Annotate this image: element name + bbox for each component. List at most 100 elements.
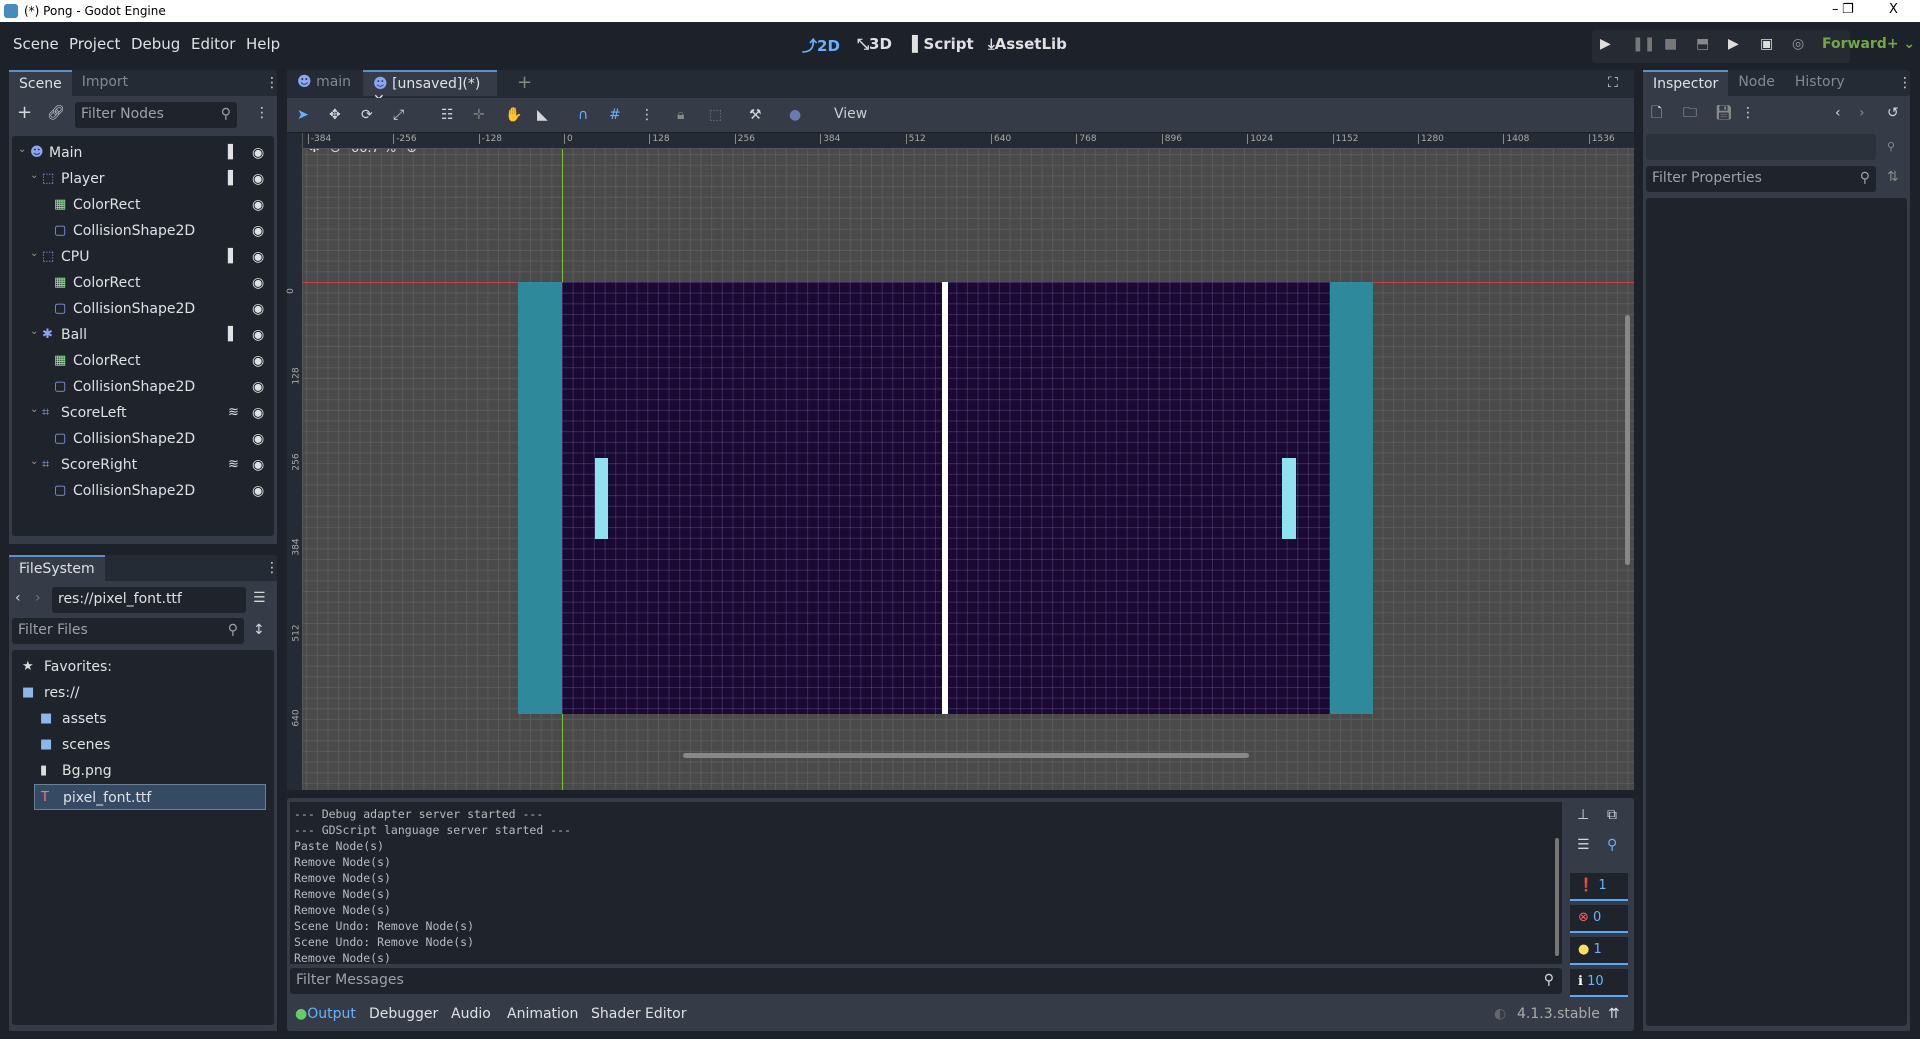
camera-override-icon[interactable]: ● bbox=[789, 106, 801, 124]
workspace-3d[interactable]: ⤡3D bbox=[857, 35, 892, 53]
recent-history-icon[interactable]: ↺ bbox=[1887, 104, 1899, 122]
expand-arrow-icon[interactable]: ⌄ bbox=[30, 397, 38, 423]
file-item-pixel-font-ttf[interactable]: Tpixel_font.ttf bbox=[34, 784, 266, 810]
filter-files-input[interactable]: Filter Files ⚲ bbox=[12, 618, 244, 644]
dock-menu-icon[interactable]: ⋮ bbox=[1898, 74, 1912, 92]
workspace-assetlib[interactable]: ⤓AssetLib bbox=[988, 35, 1067, 53]
tree-item-collisionshape2d[interactable]: ▢ CollisionShape2D ◉ bbox=[12, 296, 274, 322]
tree-item-cpu[interactable]: ⌄ ⬚ CPU ▌ ◉ bbox=[12, 244, 274, 270]
collapse-icon[interactable]: ☰ bbox=[1577, 836, 1590, 854]
tab-history[interactable]: History bbox=[1785, 70, 1855, 96]
menu-project[interactable]: Project bbox=[69, 35, 120, 53]
movie-maker-icon[interactable]: ◎ bbox=[1792, 36, 1804, 52]
tree-item-collisionshape2d[interactable]: ▢ CollisionShape2D ◉ bbox=[12, 218, 274, 244]
link-icon[interactable]: 🔗︎ bbox=[47, 104, 65, 122]
object-selector[interactable] bbox=[1646, 134, 1876, 160]
play-icon[interactable]: ▶ bbox=[1600, 36, 1611, 52]
tree-item-scoreright[interactable]: ⌄ ⌗ ScoreRight ≋ ◉ bbox=[12, 452, 274, 478]
move-tool-icon[interactable]: ✥ bbox=[329, 106, 341, 124]
filter-messages-input[interactable]: Filter Messages ⚲ bbox=[290, 968, 1562, 994]
workspace-script[interactable]: ▌Script bbox=[912, 35, 974, 53]
expand-arrow-icon[interactable]: ⌄ bbox=[30, 449, 38, 475]
tree-item-colorrect[interactable]: ▦ ColorRect ◉ bbox=[12, 270, 274, 296]
script-icon[interactable]: ▌ bbox=[228, 322, 238, 348]
tab-filesystem[interactable]: FileSystem bbox=[9, 555, 105, 581]
tab-unsaved[interactable]: ☻ [unsaved](*) ✕ bbox=[363, 70, 497, 108]
dock-menu-icon[interactable]: ⋮ bbox=[265, 74, 279, 92]
visibility-icon[interactable]: ◉ bbox=[252, 140, 264, 166]
visibility-icon[interactable]: ◉ bbox=[252, 218, 264, 244]
bottom-tab-animation[interactable]: Animation bbox=[507, 1006, 578, 1022]
visibility-icon[interactable]: ◉ bbox=[252, 348, 264, 374]
visibility-icon[interactable]: ◉ bbox=[252, 270, 264, 296]
path-field[interactable]: res://pixel_font.ttf bbox=[52, 587, 246, 613]
renderer-dropdown[interactable]: Forward+ ⌄ bbox=[1822, 36, 1915, 52]
minimize-button[interactable]: – bbox=[1832, 2, 1839, 17]
visibility-icon[interactable]: ◉ bbox=[252, 452, 264, 478]
pause-icon[interactable]: ❚❚ bbox=[1632, 36, 1655, 52]
signal-icon[interactable]: ≋ bbox=[228, 452, 239, 478]
remote-debug-icon[interactable]: ⬒ bbox=[1696, 36, 1709, 52]
info-count-toggle[interactable]: ℹ 10 bbox=[1570, 969, 1628, 997]
tree-item-main[interactable]: ⌄ ☻ Main ▌ ◉ bbox=[12, 140, 274, 166]
list-select-icon[interactable]: ☷ bbox=[441, 106, 454, 124]
play-scene-icon[interactable]: ▶ bbox=[1728, 36, 1739, 52]
tab-import[interactable]: Import bbox=[72, 70, 138, 96]
tree-item-ball[interactable]: ⌄ ✱ Ball ▌ ◉ bbox=[12, 322, 274, 348]
dock-menu-icon[interactable]: ⋮ bbox=[265, 559, 279, 577]
bottom-tab-output[interactable]: ●Output bbox=[295, 1006, 356, 1022]
visibility-icon[interactable]: ◉ bbox=[252, 322, 264, 348]
group-icon[interactable]: ⬚ bbox=[709, 106, 722, 124]
menu-debug[interactable]: Debug bbox=[131, 35, 180, 53]
file-item-res---[interactable]: ■ res:// bbox=[12, 680, 274, 706]
visibility-icon[interactable]: ◉ bbox=[252, 244, 264, 270]
sort-icon[interactable]: ↕ bbox=[253, 621, 265, 639]
signal-icon[interactable]: ≋ bbox=[228, 400, 239, 426]
tab-inspector[interactable]: Inspector bbox=[1643, 70, 1729, 96]
save-icon[interactable]: 💾︎ bbox=[1715, 104, 1733, 122]
tree-item-collisionshape2d[interactable]: ▢ CollisionShape2D ◉ bbox=[12, 426, 274, 452]
bottom-tab-shader-editor[interactable]: Shader Editor bbox=[591, 1006, 686, 1022]
close-button[interactable]: X bbox=[1889, 2, 1898, 17]
horizontal-scrollbar[interactable] bbox=[683, 753, 1249, 758]
workspace-2d[interactable]: ⤴2D bbox=[802, 35, 840, 56]
tree-item-colorrect[interactable]: ▦ ColorRect ◉ bbox=[12, 348, 274, 374]
distraction-free-icon[interactable]: ⛶ bbox=[1608, 74, 1618, 92]
tab-main[interactable]: ☻ main bbox=[287, 70, 363, 96]
smart-snap-icon[interactable]: ∩ bbox=[578, 106, 588, 124]
snap-options-icon[interactable]: ⋮ bbox=[640, 106, 654, 124]
split-view-icon[interactable]: ☰ bbox=[253, 589, 266, 607]
clear-log-icon[interactable]: ⊥ bbox=[1577, 806, 1589, 824]
grid-snap-icon[interactable]: # bbox=[609, 106, 621, 124]
version-label[interactable]: 4.1.3.stable bbox=[1517, 1006, 1600, 1022]
tree-item-colorrect[interactable]: ▦ ColorRect ◉ bbox=[12, 192, 274, 218]
pivot-tool-icon[interactable]: ✛ bbox=[473, 106, 485, 124]
new-resource-icon[interactable]: 🗋︎ bbox=[1651, 104, 1662, 122]
tab-scene[interactable]: Scene bbox=[9, 70, 72, 96]
file-item-favorites-[interactable]: ★ Favorites: bbox=[12, 654, 274, 680]
right-wall[interactable] bbox=[1330, 282, 1373, 714]
canvas-viewport[interactable]: ✲ ⊖ 66.7 % ⊕ bbox=[287, 133, 1634, 790]
file-item-assets[interactable]: ■ assets bbox=[12, 706, 274, 732]
script-icon[interactable]: ▌ bbox=[228, 140, 238, 166]
copy-icon[interactable]: ⧉ bbox=[1607, 806, 1617, 824]
vertical-scrollbar[interactable] bbox=[1625, 315, 1630, 565]
more-icon[interactable]: ⋮ bbox=[1741, 104, 1755, 122]
warning-count-toggle[interactable]: ● 1 bbox=[1570, 937, 1628, 965]
filter-nodes-input[interactable]: Filter Nodes ⚲ bbox=[75, 102, 237, 128]
ruler-tool-icon[interactable]: ◣ bbox=[537, 106, 548, 124]
expand-panel-icon[interactable]: ⇈ bbox=[1608, 1006, 1620, 1022]
visibility-icon[interactable]: ◉ bbox=[252, 374, 264, 400]
restore-button[interactable]: ❐ bbox=[1842, 2, 1854, 17]
menu-help[interactable]: Help bbox=[246, 35, 280, 53]
lock-icon[interactable]: 🔒︎ bbox=[677, 106, 684, 124]
visibility-icon[interactable]: ◉ bbox=[252, 166, 264, 192]
tree-item-collisionshape2d[interactable]: ▢ CollisionShape2D ◉ bbox=[12, 478, 274, 504]
play-custom-scene-icon[interactable]: ▣ bbox=[1760, 36, 1773, 52]
tab-node[interactable]: Node bbox=[1728, 70, 1785, 96]
log-scrollbar[interactable] bbox=[1555, 838, 1559, 956]
bottom-tab-debugger[interactable]: Debugger bbox=[369, 1006, 438, 1022]
bone-icon[interactable]: ⚒ bbox=[749, 106, 762, 124]
center-net[interactable] bbox=[942, 282, 948, 714]
script-icon[interactable]: ▌ bbox=[228, 244, 238, 270]
